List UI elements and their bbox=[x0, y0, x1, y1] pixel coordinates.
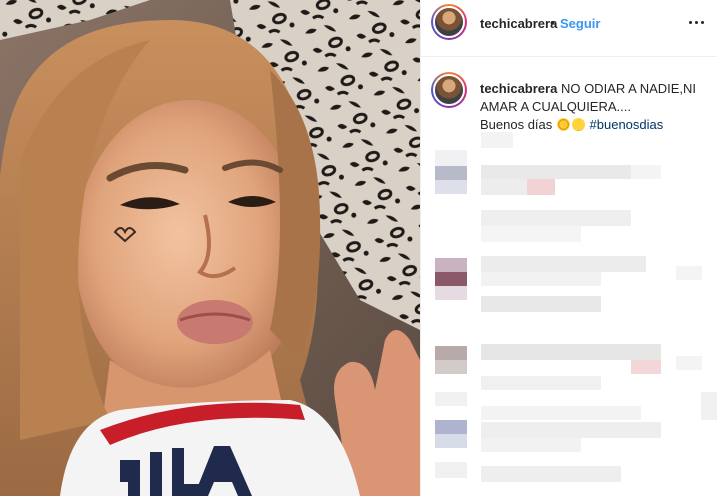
username-link[interactable]: techicabrera bbox=[480, 16, 557, 31]
sun-emoji-icon bbox=[556, 118, 570, 131]
avatar[interactable] bbox=[431, 4, 467, 40]
more-options-icon[interactable] bbox=[687, 13, 707, 33]
caption-avatar[interactable] bbox=[431, 72, 467, 108]
caption-greeting: Buenos días bbox=[480, 117, 553, 132]
post-header: techicabrera • Seguir bbox=[421, 0, 717, 57]
separator-dot: • bbox=[550, 15, 555, 30]
follow-button[interactable]: Seguir bbox=[560, 16, 600, 31]
post-side-panel: techicabrera • Seguir techicabrera NO OD… bbox=[420, 0, 717, 496]
caption-text-block: techicabrera NO ODIAR A NADIE,NI AMAR A … bbox=[480, 80, 710, 134]
smile-emoji-icon bbox=[571, 118, 585, 131]
caption-username[interactable]: techicabrera bbox=[480, 81, 557, 96]
post-photo[interactable] bbox=[0, 0, 420, 496]
selfie-image bbox=[0, 0, 420, 496]
hashtag-link[interactable]: #buenosdias bbox=[590, 117, 664, 132]
